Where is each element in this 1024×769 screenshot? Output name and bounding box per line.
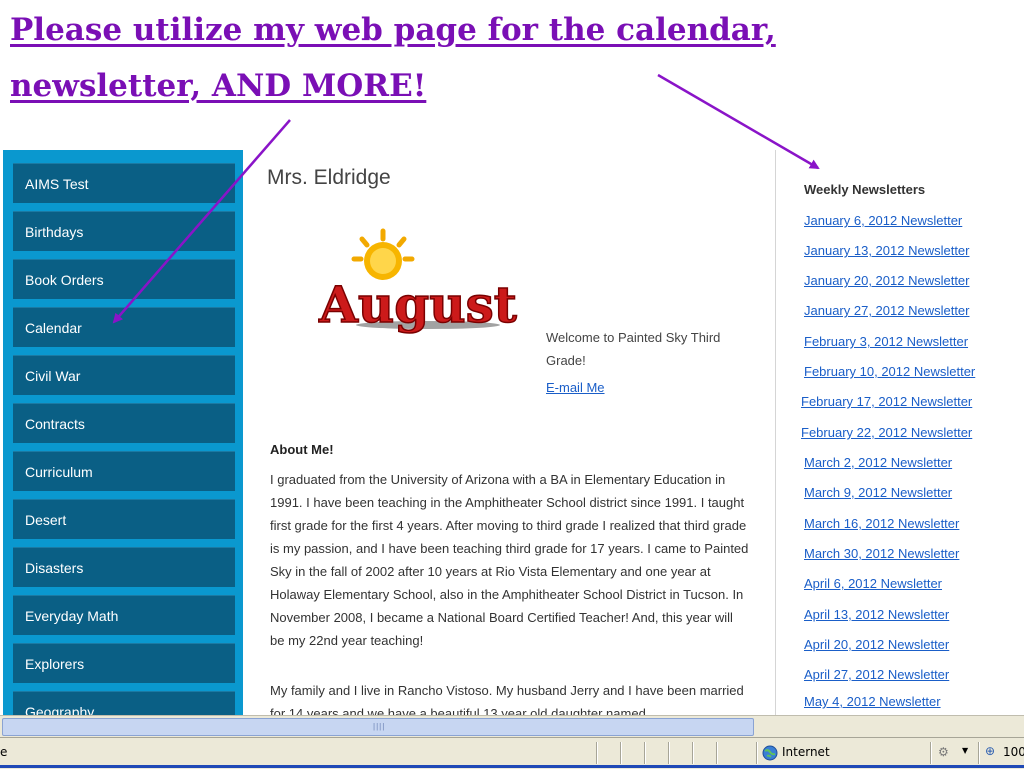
newsletter-link[interactable]: March 30, 2012 Newsletter bbox=[804, 546, 959, 561]
newsletters-heading: Weekly Newsletters bbox=[804, 182, 926, 197]
sidebar-item-contracts[interactable]: Contracts bbox=[13, 403, 235, 443]
main-content: Mrs. Eldridge August Welcome to Painted … bbox=[243, 150, 775, 715]
sidebar-item-calendar[interactable]: Calendar bbox=[13, 307, 235, 347]
sidebar-item-desert[interactable]: Desert bbox=[13, 499, 235, 539]
grip-icon: |||| bbox=[373, 722, 386, 731]
status-separator bbox=[978, 742, 980, 764]
about-paragraph-family: My family and I live in Rancho Vistoso. … bbox=[270, 683, 744, 715]
sidebar-item-explorers[interactable]: Explorers bbox=[13, 643, 235, 683]
newsletter-link[interactable]: May 4, 2012 Newsletter bbox=[804, 694, 941, 709]
status-separator bbox=[716, 742, 718, 764]
about-heading: About Me! bbox=[270, 442, 334, 457]
sidebar-item-birthdays[interactable]: Birthdays bbox=[13, 211, 235, 251]
newsletter-link[interactable]: February 22, 2012 Newsletter bbox=[801, 425, 972, 440]
newsletter-link[interactable]: April 27, 2012 Newsletter bbox=[804, 667, 949, 682]
newsletter-link[interactable]: March 16, 2012 Newsletter bbox=[804, 516, 959, 531]
newsletter-link[interactable]: March 2, 2012 Newsletter bbox=[804, 455, 952, 470]
svg-text:August: August bbox=[318, 275, 517, 334]
email-link[interactable]: E-mail Me bbox=[546, 380, 605, 395]
newsletter-column: Weekly Newsletters January 6, 2012 Newsl… bbox=[776, 150, 1024, 715]
welcome-text: Welcome to Painted Sky Third Grade! bbox=[546, 330, 721, 368]
chevron-down-icon[interactable]: ▼ bbox=[962, 746, 968, 755]
newsletter-link[interactable]: April 6, 2012 Newsletter bbox=[804, 576, 942, 591]
newsletter-link[interactable]: January 13, 2012 Newsletter bbox=[804, 243, 969, 258]
status-separator bbox=[596, 742, 598, 764]
zoom-icon[interactable]: ⊕ bbox=[985, 744, 995, 758]
newsletter-link[interactable]: March 9, 2012 Newsletter bbox=[804, 485, 952, 500]
sidebar-item-aims-test[interactable]: AIMS Test bbox=[13, 163, 235, 203]
sidebar-item-book-orders[interactable]: Book Orders bbox=[13, 259, 235, 299]
sidebar-item-everyday-math[interactable]: Everyday Math bbox=[13, 595, 235, 635]
sidebar-item-disasters[interactable]: Disasters bbox=[13, 547, 235, 587]
newsletter-link[interactable]: April 20, 2012 Newsletter bbox=[804, 637, 949, 652]
horizontal-scrollbar[interactable]: |||| bbox=[0, 715, 1024, 738]
slide-headline: Please utilize my web page for the calen… bbox=[10, 12, 776, 104]
status-separator bbox=[620, 742, 622, 764]
sidebar-item-curriculum[interactable]: Curriculum bbox=[13, 451, 235, 491]
newsletter-link[interactable]: February 17, 2012 Newsletter bbox=[801, 394, 972, 409]
zone-label: Internet bbox=[782, 745, 830, 759]
status-separator bbox=[930, 742, 932, 764]
newsletter-link[interactable]: February 10, 2012 Newsletter bbox=[804, 364, 975, 379]
newsletter-link[interactable]: April 13, 2012 Newsletter bbox=[804, 607, 949, 622]
status-text: e bbox=[0, 745, 8, 759]
about-paragraph: I graduated from the University of Arizo… bbox=[270, 472, 749, 648]
page-title: Mrs. Eldridge bbox=[267, 166, 391, 189]
sidebar-nav: AIMS Test Birthdays Book Orders Calendar… bbox=[3, 150, 243, 715]
newsletter-link[interactable]: January 27, 2012 Newsletter bbox=[804, 303, 969, 318]
newsletter-link[interactable]: January 20, 2012 Newsletter bbox=[804, 273, 969, 288]
sun-icon bbox=[351, 228, 415, 280]
zoom-level[interactable]: 100 bbox=[1003, 745, 1024, 759]
sidebar-item-geography[interactable]: Geography bbox=[13, 691, 235, 715]
globe-icon bbox=[762, 745, 778, 761]
sidebar-item-civil-war[interactable]: Civil War bbox=[13, 355, 235, 395]
scrollbar-thumb[interactable]: |||| bbox=[2, 718, 754, 736]
newsletter-link[interactable]: February 3, 2012 Newsletter bbox=[804, 334, 968, 349]
status-separator bbox=[756, 742, 758, 764]
august-logo: August bbox=[318, 228, 518, 335]
status-separator bbox=[668, 742, 670, 764]
newsletter-link[interactable]: January 6, 2012 Newsletter bbox=[804, 213, 962, 228]
status-separator bbox=[644, 742, 646, 764]
protected-mode-icon[interactable]: ⚙ bbox=[938, 745, 949, 759]
status-separator bbox=[692, 742, 694, 764]
